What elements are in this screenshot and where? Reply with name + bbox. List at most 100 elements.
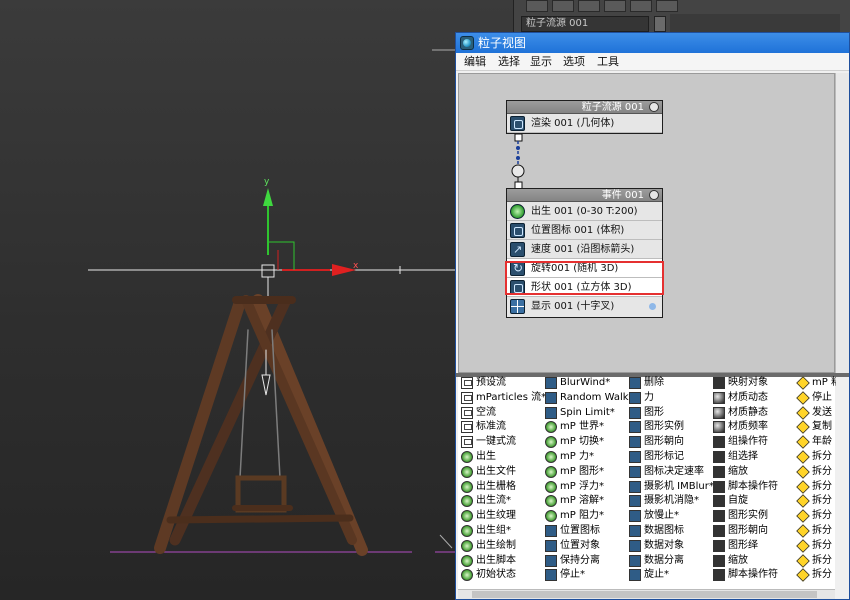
depot-item-label: 映射对象 — [728, 377, 768, 388]
depot-item[interactable]: 旋止* — [629, 568, 669, 582]
depot-item[interactable]: 预设流 — [461, 376, 506, 390]
depot-item[interactable]: 力 — [629, 391, 654, 405]
operator-display[interactable]: 显示 001 (十字叉) — [507, 297, 662, 316]
depot-item[interactable]: 摄影机消隐* — [629, 494, 699, 508]
depot-item[interactable]: 出生组* — [461, 524, 511, 538]
depot-item[interactable]: mP 浮力* — [545, 480, 604, 494]
depot-item[interactable]: Spin Limit* — [545, 406, 615, 420]
depot-item[interactable]: 组选择 — [713, 450, 758, 464]
depot-item[interactable]: 拆分 — [796, 539, 832, 553]
operator-shape[interactable]: 形状 001 (立方体 3D) — [507, 278, 662, 297]
depot-item[interactable]: 自旋 — [713, 494, 748, 508]
depot-item[interactable]: 放慢止* — [629, 509, 679, 523]
depot-item-label: 图形朝向 — [728, 525, 768, 536]
depot-item[interactable]: 拆分 — [796, 509, 832, 523]
source-node-header[interactable]: 粒子流源 001 — [507, 101, 662, 114]
operator-rotation[interactable]: 旋转001 (随机 3D) — [507, 259, 662, 278]
depot-item[interactable]: 材质频率 — [713, 420, 768, 434]
depot-item[interactable]: 出生 — [461, 450, 496, 464]
operator-position-icon[interactable]: 位置图标 001 (体积) — [507, 221, 662, 240]
depot-item[interactable]: 图形朝向 — [629, 435, 684, 449]
depot-item[interactable]: 出生纹理 — [461, 509, 516, 523]
depot-item[interactable]: mP 切换* — [545, 435, 604, 449]
depot-item[interactable]: 材质动态 — [713, 391, 768, 405]
depot-item[interactable]: 出生文件 — [461, 465, 516, 479]
depot-item[interactable]: 图形绎 — [713, 539, 758, 553]
depot-item-label: 拆分 — [812, 539, 832, 551]
depot-item[interactable]: 拆分 — [796, 568, 832, 583]
depot-item[interactable]: 发送 — [796, 405, 832, 420]
depot-item[interactable]: mP 世界* — [545, 420, 604, 434]
depot-item[interactable]: 图形实例 — [629, 420, 684, 434]
depot-item[interactable]: 材质静态 — [713, 406, 768, 420]
depot-item[interactable]: 复制 — [796, 420, 832, 435]
depot-item[interactable]: 脚本操作符 — [713, 480, 778, 494]
depot-item[interactable]: 图形 — [629, 406, 664, 420]
depot-item[interactable]: 摄影机 IMBlur* — [629, 480, 714, 494]
depot-item[interactable]: mP 溶解* — [545, 494, 604, 508]
depot-item[interactable]: 保持分离 — [545, 554, 600, 568]
depot-item[interactable]: 位置图标 — [545, 524, 600, 538]
event-node-header[interactable]: 事件 001 — [507, 189, 662, 202]
depot-item[interactable]: mP 图形* — [545, 465, 604, 479]
depot-item[interactable]: 数据分离 — [629, 554, 684, 568]
depot-item[interactable]: 删除 — [629, 376, 664, 390]
depot-item[interactable]: 图形朝向 — [713, 524, 768, 538]
operator-icon — [461, 510, 473, 523]
operator-icon — [796, 509, 810, 523]
depot-item[interactable]: 缩放 — [713, 465, 748, 479]
depot-item[interactable]: 出生流* — [461, 494, 511, 508]
depot-item[interactable]: 数据图标 — [629, 524, 684, 538]
event-input-socket — [511, 164, 525, 178]
operator-icon — [629, 569, 641, 582]
depot-item[interactable]: 映射对象 — [713, 376, 768, 390]
depot-item[interactable]: mP 粘 — [796, 376, 836, 390]
depot-item[interactable]: 拆分 — [796, 465, 832, 479]
operator-render[interactable]: 渲染 001 (几何体) — [507, 114, 662, 133]
operator-birth[interactable]: 出生 001 (0-30 T:200) — [507, 202, 662, 221]
depot-item[interactable]: 一键式流 — [461, 435, 516, 449]
depot-item[interactable]: 图形标记 — [629, 450, 684, 464]
operator-icon — [629, 525, 641, 537]
depot-item-label: 数据分离 — [644, 554, 684, 566]
depot-item-label: 摄影机 IMBlur* — [644, 480, 714, 492]
display-icon — [510, 299, 525, 314]
depot-item[interactable]: 拆分 — [796, 450, 832, 464]
operator-icon — [796, 376, 810, 390]
depot-item[interactable]: 脚本操作符 — [713, 568, 778, 582]
bulb-icon[interactable] — [649, 190, 659, 200]
depot-item-label: 组选择 — [728, 451, 758, 462]
depot-item[interactable]: 图形实例 — [713, 509, 768, 523]
depot-item[interactable]: 拆分 — [796, 494, 832, 509]
operator-icon — [461, 539, 473, 552]
event-node[interactable]: 事件 001 出生 001 (0-30 T:200) 位置图标 001 (体积)… — [506, 188, 663, 318]
depot-item[interactable]: mP 力* — [545, 450, 594, 464]
depot-item[interactable]: 数据对象 — [629, 539, 684, 553]
depot-item[interactable]: 年龄 — [796, 435, 832, 449]
depot-item[interactable]: mP 阻力* — [545, 509, 604, 523]
operator-speed[interactable]: 速度 001 (沿图标箭头) — [507, 240, 662, 259]
depot-item[interactable]: BlurWind* — [545, 376, 610, 390]
depot-item[interactable]: mParticles 流* — [461, 391, 546, 405]
depot-item[interactable]: 空流 — [461, 406, 496, 420]
depot-item[interactable]: 拆分 — [796, 553, 832, 568]
depot-item[interactable]: Random Walk* — [545, 391, 634, 405]
particle-source-node[interactable]: 粒子流源 001 渲染 001 (几何体) — [506, 100, 663, 134]
depot-item[interactable]: 标准流 — [461, 420, 506, 434]
depot-item[interactable]: 缩放 — [713, 554, 748, 568]
depot-item[interactable]: 组操作符 — [713, 435, 768, 449]
depot-item[interactable]: 图标决定速率 — [629, 465, 704, 479]
depot-item[interactable]: 拆分 — [796, 479, 832, 494]
depot-item[interactable]: 初始状态 — [461, 568, 516, 582]
operator-icon — [461, 421, 473, 434]
depot-item[interactable]: 拆分 — [796, 524, 832, 538]
depot-item[interactable]: 出生绘制 — [461, 539, 516, 553]
depot-item-label: mP 切换* — [560, 436, 604, 448]
shape-icon — [510, 280, 525, 295]
depot-item[interactable]: 出生栅格 — [461, 480, 516, 494]
depot-item[interactable]: 停止* — [545, 568, 585, 582]
depot-item[interactable]: 出生脚本 — [461, 554, 516, 568]
depot-item[interactable]: 停止 — [796, 391, 832, 405]
bulb-icon[interactable] — [649, 102, 659, 112]
depot-item[interactable]: 位置对象 — [545, 539, 600, 553]
